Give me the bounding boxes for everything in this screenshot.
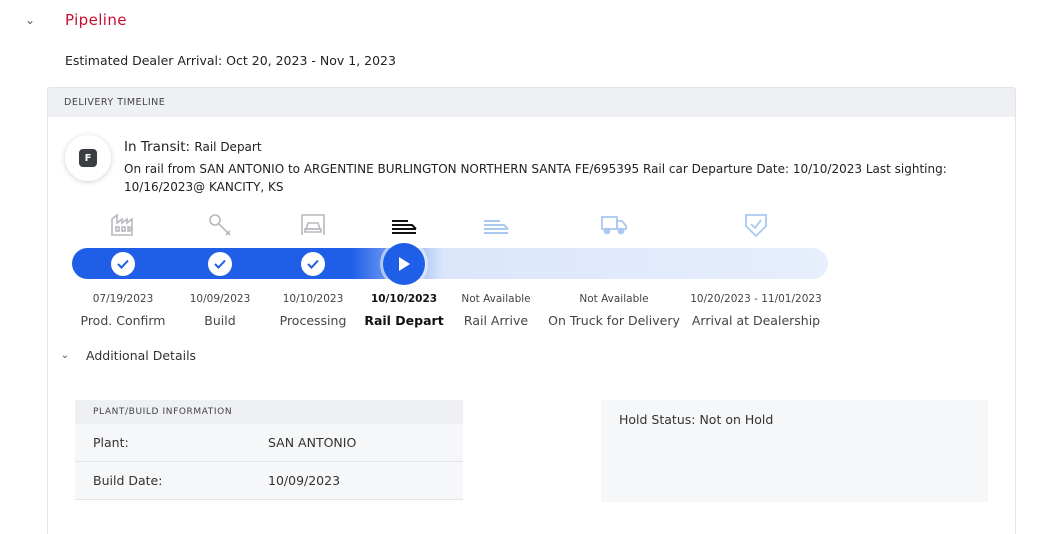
step-complete-check-icon xyxy=(111,252,135,276)
progress-track xyxy=(72,248,828,279)
hold-status-panel: Hold Status: Not on Hold xyxy=(601,400,988,502)
table-row: Plant: SAN ANTONIO xyxy=(75,424,463,462)
step-complete-check-icon xyxy=(208,252,232,276)
plant-build-info-table: PLANT/BUILD INFORMATION Plant: SAN ANTON… xyxy=(75,400,463,500)
factory-icon xyxy=(108,210,138,240)
pipeline-section-header[interactable]: ⌄ Pipeline xyxy=(20,8,127,32)
chevron-down-icon[interactable]: ⌄ xyxy=(58,347,72,363)
plant-key: Plant: xyxy=(93,435,129,450)
rail-car-icon xyxy=(481,210,511,240)
plant-build-info-header: PLANT/BUILD INFORMATION xyxy=(75,400,463,424)
step-date: 10/20/2023 - 11/01/2023 xyxy=(690,293,822,305)
status-title-line: In Transit: Rail Depart xyxy=(124,139,262,155)
wrench-icon xyxy=(205,210,235,240)
estimated-arrival: Estimated Dealer Arrival: Oct 20, 2023 -… xyxy=(65,53,396,68)
truck-icon xyxy=(599,210,629,240)
step-name: On Truck for Delivery xyxy=(548,313,680,328)
table-row: Build Date: 10/09/2023 xyxy=(75,462,463,500)
additional-details-toggle[interactable]: ⌄ Additional Details xyxy=(58,347,196,363)
hold-status-text: Hold Status: Not on Hold xyxy=(619,412,774,427)
chevron-down-icon[interactable]: ⌄ xyxy=(20,10,40,30)
shield-check-icon xyxy=(741,210,771,240)
car-processing-icon xyxy=(298,210,328,240)
status-subtitle: Rail Depart xyxy=(194,140,262,154)
delivery-timeline-card: DELIVERY TIMELINE F In Transit: Rail Dep… xyxy=(47,87,1016,534)
play-icon xyxy=(383,243,425,285)
section-title: Pipeline xyxy=(65,11,127,29)
card-header: DELIVERY TIMELINE xyxy=(48,88,1015,117)
status-title: In Transit: xyxy=(124,139,191,155)
status-description: On rail from SAN ANTONIO to ARGENTINE BU… xyxy=(124,162,947,194)
status-badge: F xyxy=(65,135,111,181)
build-date-key: Build Date: xyxy=(93,473,163,488)
additional-details-label[interactable]: Additional Details xyxy=(86,348,196,363)
build-date-value: 10/09/2023 xyxy=(268,473,341,488)
rail-car-icon xyxy=(389,210,419,240)
status-badge-letter: F xyxy=(79,149,97,167)
plant-value: SAN ANTONIO xyxy=(268,435,357,450)
step-date: Not Available xyxy=(579,293,649,305)
step-name: Arrival at Dealership xyxy=(691,313,821,328)
step-complete-check-icon xyxy=(301,252,325,276)
